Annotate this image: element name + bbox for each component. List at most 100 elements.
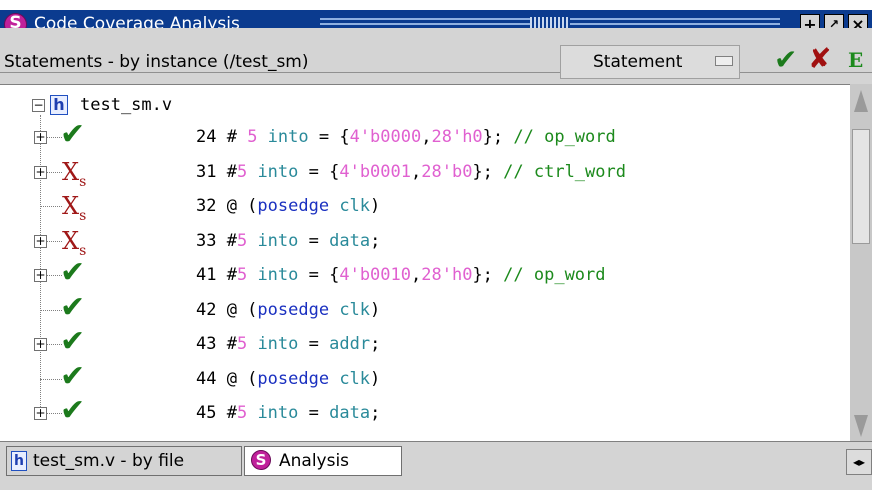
coverage-statement-row[interactable]: + ✔ 41 #5 into = {4'b0010,28'h0}; // op_wo… <box>0 255 850 291</box>
dropdown-toggle-icon <box>715 56 733 66</box>
code-token: clk <box>329 196 371 216</box>
code-token: 31 # <box>196 161 237 182</box>
expand-icon[interactable]: + <box>34 234 47 248</box>
code-token: 24 # <box>196 127 248 147</box>
code-token: ) <box>370 368 381 389</box>
coverage-statement-row[interactable]: Xs 32 @ (posedge clk) <box>0 190 850 224</box>
code-token: = <box>298 334 330 354</box>
code-token: ; <box>370 334 381 354</box>
statement-code: 41 #5 into = {4'b0010,28'h0}; // op_word <box>196 265 606 285</box>
statement-code: 31 #5 into = {4'b0001,28'b0}; // ctrl_wo… <box>196 162 626 182</box>
expand-icon[interactable]: + <box>34 407 47 420</box>
code-token: = { <box>298 265 340 285</box>
code-token: posedge <box>257 368 330 389</box>
code-token: into <box>247 334 299 354</box>
code-token: 28'b0 <box>421 161 473 182</box>
scroll-down-icon[interactable] <box>854 415 868 437</box>
coverage-statement-row[interactable]: + Xs 33 #5 into = data; <box>0 225 850 259</box>
coverage-type-dropdown[interactable]: Statement <box>560 45 740 79</box>
code-token: }; <box>472 161 504 182</box>
tree-root-row[interactable]: − h test_sm.v <box>0 89 850 121</box>
statement-code: 24 # 5 into = {4'b0000,28'h0}; // op_wor… <box>196 127 616 147</box>
covered-check-icon: ✔ <box>60 324 86 359</box>
tab-scroll-arrows-icon[interactable]: ◂▸ <box>846 449 872 475</box>
scroll-thumb[interactable] <box>852 129 870 244</box>
code-token: // op_word <box>503 265 606 285</box>
expand-icon[interactable]: + <box>34 338 47 351</box>
statement-code: 32 @ (posedge clk) <box>196 196 380 216</box>
coverage-statement-row[interactable]: + ✔ 43 #5 into = addr; <box>0 324 850 360</box>
code-token: 5 <box>236 265 248 285</box>
code-token: 5 <box>236 334 248 354</box>
green-check-icon[interactable]: ✔ <box>774 46 797 74</box>
coverage-statement-row[interactable]: + ✔ 45 #5 into = data; <box>0 393 850 429</box>
scroll-up-icon[interactable] <box>854 90 868 112</box>
root-file-name: test_sm.v <box>80 95 173 115</box>
code-token: // op_word <box>513 127 616 147</box>
covered-check-icon: ✔ <box>60 393 86 428</box>
expand-icon[interactable]: + <box>34 269 47 282</box>
covered-check-icon: ✔ <box>60 117 86 152</box>
expand-icon[interactable]: + <box>34 165 47 179</box>
code-token: 33 # <box>196 230 237 251</box>
collapse-icon[interactable]: − <box>32 99 45 112</box>
code-token: = { <box>298 161 340 182</box>
tab-by-file-label: test_sm.v - by file <box>33 451 185 471</box>
code-token: }; <box>472 265 504 285</box>
coverage-scope-label: Statements - by instance (/test_sm) <box>4 52 309 72</box>
coverage-statement-row[interactable]: + ✔ 24 # 5 into = {4'b0000,28'h0}; // op_w… <box>0 117 850 153</box>
questa-logo-icon: S <box>251 450 271 470</box>
code-token: into <box>247 265 299 285</box>
code-token: clk <box>329 299 371 320</box>
e-icon[interactable]: E <box>848 48 870 74</box>
code-token: // ctrl_word <box>503 161 626 182</box>
tab-bar: h test_sm.v - by file S Analysis <box>0 441 872 481</box>
expand-icon[interactable]: + <box>34 131 47 144</box>
code-token: 5 <box>236 161 248 182</box>
dropdown-value: Statement <box>593 52 683 72</box>
covered-check-icon: ✔ <box>60 358 86 394</box>
code-token: 41 # <box>196 265 237 285</box>
tab-analysis[interactable]: S Analysis <box>244 446 402 476</box>
statement-code: 43 #5 into = addr; <box>196 334 380 354</box>
code-token: , <box>421 127 432 147</box>
code-token: 28'h0 <box>421 265 473 285</box>
statement-code: 33 #5 into = data; <box>196 231 380 251</box>
code-token: into <box>247 161 299 182</box>
code-token: ) <box>370 299 381 320</box>
coverage-statement-row[interactable]: + Xs 31 #5 into = {4'b0001,28'b0}; // ctrl… <box>0 156 850 190</box>
code-token: data <box>329 403 371 423</box>
coverage-statement-row[interactable]: ✔ 44 @ (posedge clk) <box>0 359 850 395</box>
vertical-scrollbar[interactable] <box>850 84 872 441</box>
red-x-icon[interactable]: ✘ <box>808 44 831 74</box>
code-token: 5 <box>247 127 258 147</box>
tree-branch-line <box>40 309 62 311</box>
h-file-icon: h <box>50 95 68 115</box>
code-token: ; <box>370 403 381 423</box>
code-token: 45 # <box>196 403 237 423</box>
statement-code: 42 @ (posedge clk) <box>196 300 380 320</box>
code-token: posedge <box>257 299 330 320</box>
code-token: = <box>298 230 330 251</box>
missed-x-icon: Xs <box>62 192 87 224</box>
code-token: clk <box>329 368 371 389</box>
code-token: 32 @ ( <box>196 196 258 216</box>
h-file-icon: h <box>11 451 27 471</box>
code-token: 28'h0 <box>431 127 483 147</box>
code-token: 43 # <box>196 334 237 354</box>
code-token: 4'b0001 <box>339 161 411 182</box>
code-token: }; <box>482 127 514 147</box>
missed-x-icon: Xs <box>62 157 87 190</box>
tab-by-file[interactable]: h test_sm.v - by file <box>6 446 242 476</box>
code-token: into <box>247 230 299 251</box>
coverage-statement-row[interactable]: ✔ 42 @ (posedge clk) <box>0 290 850 326</box>
code-token: 44 @ ( <box>196 368 258 389</box>
code-token: data <box>329 230 371 251</box>
code-token: 4'b0000 <box>349 127 422 147</box>
covered-check-icon: ✔ <box>60 289 86 325</box>
statement-code: 44 @ (posedge clk) <box>196 369 380 389</box>
code-token: ; <box>370 230 381 251</box>
code-token: , <box>411 265 422 285</box>
tab-analysis-label: Analysis <box>279 451 350 471</box>
missed-x-icon: Xs <box>62 226 87 259</box>
